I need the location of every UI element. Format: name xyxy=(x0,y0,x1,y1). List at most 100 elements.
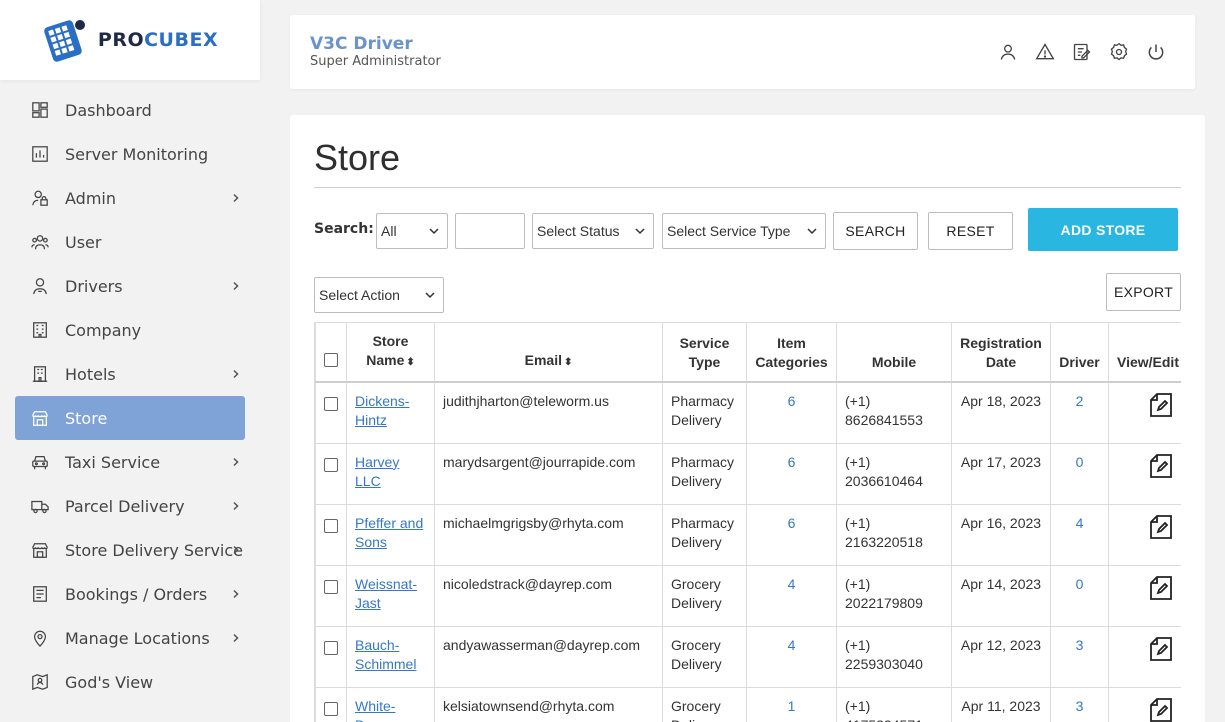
profile-icon[interactable] xyxy=(997,41,1019,63)
row-select-cell xyxy=(315,625,347,688)
settings-icon[interactable] xyxy=(1108,41,1130,63)
item-categories-link[interactable]: 1 xyxy=(788,698,796,714)
search-label: Search: xyxy=(314,221,374,237)
search-button[interactable]: SEARCH xyxy=(833,212,918,250)
driver-count-link[interactable]: 0 xyxy=(1076,454,1084,470)
sidebar-item-dashboard[interactable]: Dashboard xyxy=(15,88,245,132)
sidebar-item-hotels[interactable]: Hotels xyxy=(15,352,245,396)
store-name-cell: White-Barrows xyxy=(346,686,435,722)
action-select[interactable]: Select Action xyxy=(314,277,444,313)
search-field-select[interactable]: All xyxy=(376,213,448,249)
service-type-select[interactable]: Select Service Type xyxy=(662,213,826,249)
top-header: V3C Driver Super Administrator xyxy=(290,15,1195,89)
driver-icon xyxy=(31,277,49,295)
sidebar-item-bookings-orders[interactable]: Bookings / Orders xyxy=(15,572,245,616)
driver-cell: 3 xyxy=(1050,625,1109,688)
documents-cell xyxy=(1108,503,1181,566)
col-store-name[interactable]: Store Name ⬍ xyxy=(346,322,435,383)
edit-document-icon[interactable] xyxy=(1149,453,1175,482)
edit-note-icon[interactable] xyxy=(1071,41,1093,63)
col-email[interactable]: Email ⬍ xyxy=(434,322,663,383)
edit-document-icon[interactable] xyxy=(1149,514,1175,543)
table-row: Harvey LLC marydsargent@jourrapide.com Pha… xyxy=(315,442,1181,505)
service-type-cell: Pharmacy Delivery xyxy=(662,503,747,566)
row-checkbox[interactable] xyxy=(324,640,338,655)
brand-logo[interactable]: PROCUBEX xyxy=(0,0,260,80)
col-email-label: Email xyxy=(524,352,562,368)
edit-document-icon[interactable] xyxy=(1149,636,1175,665)
sidebar-item-store[interactable]: Store xyxy=(15,396,245,440)
sidebar-item-admin[interactable]: Admin xyxy=(15,176,245,220)
row-checkbox[interactable] xyxy=(324,579,338,594)
sidebar-item-user[interactable]: User xyxy=(15,220,245,264)
power-icon[interactable] xyxy=(1145,41,1167,63)
status-select[interactable]: Select Status xyxy=(532,213,654,249)
store-name-link[interactable]: White-Barrows xyxy=(355,698,406,722)
export-button[interactable]: EXPORT xyxy=(1106,273,1181,311)
item-categories-link[interactable]: 6 xyxy=(788,454,796,470)
row-select-cell xyxy=(315,442,347,505)
item-categories-link[interactable]: 6 xyxy=(788,393,796,409)
sort-icon[interactable]: ⬍ xyxy=(406,353,414,372)
store-name-link[interactable]: Bauch-Schimmel xyxy=(355,637,416,672)
driver-count-link[interactable]: 3 xyxy=(1076,637,1084,653)
item-categories-cell: 6 xyxy=(746,381,837,444)
add-store-button[interactable]: ADD STORE xyxy=(1028,208,1178,251)
sidebar-item-parcel-delivery[interactable]: Parcel Delivery xyxy=(15,484,245,528)
warning-icon[interactable] xyxy=(1034,41,1056,63)
sidebar-item-manage-locations[interactable]: Manage Locations xyxy=(15,616,245,660)
service-type-cell: Grocery Delivery xyxy=(662,686,747,722)
driver-count-link[interactable]: 0 xyxy=(1076,576,1084,592)
row-checkbox[interactable] xyxy=(324,397,338,411)
item-categories-link[interactable]: 6 xyxy=(788,515,796,531)
sort-icon[interactable]: ⬍ xyxy=(564,353,572,372)
sidebar-item-label: Store Delivery Service xyxy=(65,540,244,560)
store-name-link[interactable]: Harvey LLC xyxy=(355,454,399,489)
item-categories-cell: 6 xyxy=(746,503,837,566)
col-registration-date: Registration Date xyxy=(951,322,1051,383)
row-checkbox[interactable] xyxy=(324,457,338,472)
sidebar-item-server-monitoring[interactable]: Server Monitoring xyxy=(15,132,245,176)
row-checkbox[interactable] xyxy=(324,518,338,533)
admin-user-icon xyxy=(31,189,49,207)
email-cell: andyawasserman@dayrep.com xyxy=(434,625,663,688)
row-select-cell xyxy=(315,381,347,444)
driver-count-link[interactable]: 2 xyxy=(1076,393,1084,409)
item-categories-link[interactable]: 4 xyxy=(788,637,796,653)
sidebar-item-god-s-view[interactable]: God's View xyxy=(15,660,245,704)
col-documents: View/Edit Documents xyxy=(1108,322,1181,383)
driver-count-link[interactable]: 4 xyxy=(1076,515,1084,531)
chevron-right-icon xyxy=(233,633,239,643)
edit-document-icon[interactable] xyxy=(1149,575,1175,604)
list-icon xyxy=(31,585,49,603)
brand-name: PROCUBEX xyxy=(98,29,218,51)
sidebar-item-label: Hotels xyxy=(65,364,116,384)
row-select-cell xyxy=(315,503,347,566)
sidebar-item-store-delivery-service[interactable]: Store Delivery Service xyxy=(15,528,245,572)
store-name-link[interactable]: Pfeffer and Sons xyxy=(355,515,423,550)
search-input[interactable] xyxy=(455,213,525,249)
sidebar-item-company[interactable]: Company xyxy=(15,308,245,352)
edit-document-icon[interactable] xyxy=(1149,393,1175,421)
mobile-cell: (+1) 2259303040 xyxy=(836,625,952,688)
table-row: Dickens-Hintz judithjharton@teleworm.us Ph… xyxy=(315,381,1181,444)
item-categories-link[interactable]: 4 xyxy=(788,576,796,592)
edit-document-icon[interactable] xyxy=(1149,697,1175,722)
sidebar-item-drivers[interactable]: Drivers xyxy=(15,264,245,308)
chevron-right-icon xyxy=(233,369,239,379)
email-cell: michaelmgrigsby@rhyta.com xyxy=(434,503,663,566)
registration-date-cell: Apr 16, 2023 xyxy=(951,503,1051,566)
driver-cell: 0 xyxy=(1050,442,1109,505)
search-field-value: All xyxy=(381,223,397,239)
sidebar-item-taxi-service[interactable]: Taxi Service xyxy=(15,440,245,484)
col-store-name-label: Store Name xyxy=(366,333,409,368)
store-name-link[interactable]: Dickens-Hintz xyxy=(355,393,409,428)
store-name-link[interactable]: Weissnat-Jast xyxy=(355,576,417,611)
row-checkbox[interactable] xyxy=(324,701,338,716)
driver-count-link[interactable]: 3 xyxy=(1076,698,1084,714)
reset-button[interactable]: RESET xyxy=(928,212,1013,250)
select-all-checkbox[interactable] xyxy=(324,353,338,367)
sidebar-item-label: God's View xyxy=(65,672,154,692)
sidebar-item-label: Manage Locations xyxy=(65,628,210,648)
chevron-right-icon xyxy=(233,193,239,203)
